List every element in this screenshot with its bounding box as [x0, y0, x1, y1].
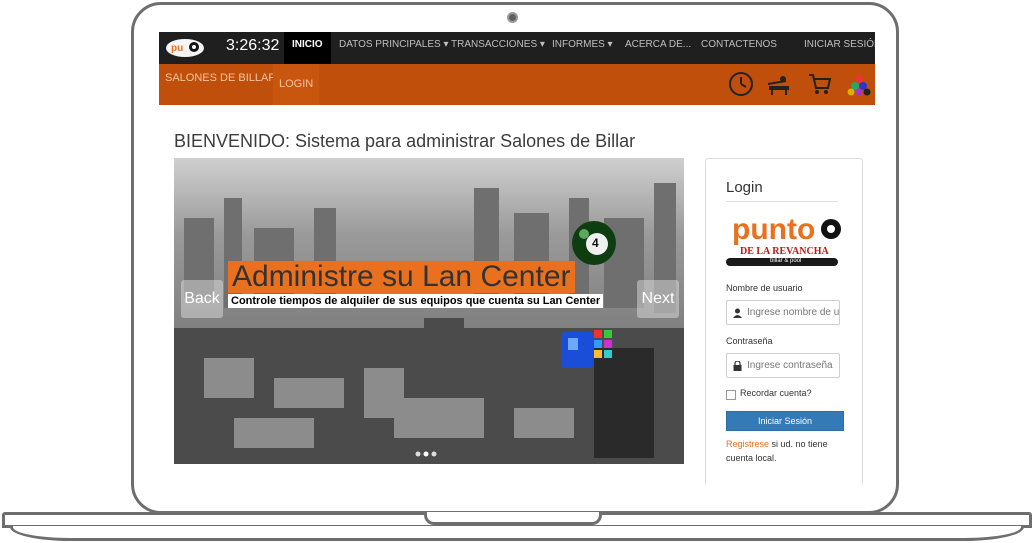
page-title: BIENVENIDO: Sistema para administrar Sal…	[174, 131, 636, 151]
password-input[interactable]: Ingrese contraseña	[726, 353, 840, 378]
clock-icon[interactable]	[727, 70, 755, 98]
username-placeholder: Ingrese nombre de u	[747, 307, 840, 318]
password-placeholder: Ingrese contraseña	[747, 360, 833, 371]
top-navbar: pu 3:26:32 INICIO DATOS PRINCIPALES ▾ TR…	[159, 32, 875, 64]
clock-display: 3:26:32	[226, 37, 280, 54]
logo-text: punto	[732, 213, 816, 246]
register-link[interactable]: Registrese	[726, 439, 769, 449]
cart-icon[interactable]	[806, 70, 834, 98]
logo-tagline: billar & pool	[770, 258, 802, 264]
browser-screen: pu 3:26:32 INICIO DATOS PRINCIPALES ▾ TR…	[159, 32, 875, 484]
nav-iniciar-sesion[interactable]: INICIAR SESIÓN	[804, 32, 875, 64]
city-background-image	[174, 158, 684, 464]
nav-datos-principales[interactable]: DATOS PRINCIPALES ▾	[339, 32, 449, 64]
image-carousel: 4 Administre su Lan Center Controle tiem…	[174, 158, 684, 464]
login-submit-button[interactable]: Iniciar Sesión	[726, 411, 844, 431]
nav-informes[interactable]: INFORMES ▾	[552, 32, 613, 64]
password-label: Contraseña	[726, 336, 773, 346]
nav-transacciones[interactable]: TRANSACCIONES ▾	[451, 32, 545, 64]
register-note: Registrese si ud. no tiene cuenta local.	[726, 437, 846, 465]
eight-ball-icon	[821, 219, 841, 239]
username-input[interactable]: Ingrese nombre de u	[726, 300, 840, 325]
nav-contactenos[interactable]: CONTACTENOS	[701, 32, 777, 64]
sub-navbar: SALONES DE BILLAR LOGIN	[159, 64, 875, 105]
laptop-base-bottom	[10, 526, 1024, 541]
username-label: Nombre de usuario	[726, 283, 803, 293]
subnav-salones[interactable]: SALONES DE BILLAR	[165, 72, 276, 84]
lock-icon	[733, 361, 742, 371]
remember-checkbox[interactable]	[726, 390, 736, 400]
svg-text:pu: pu	[171, 43, 183, 54]
billiard-balls-icon[interactable]	[845, 70, 873, 98]
camera-icon	[507, 12, 518, 23]
carousel-prev-button[interactable]: Back	[181, 280, 223, 318]
ball-number: 4	[592, 236, 599, 250]
logo-subtext: DE LA REVANCHA	[740, 246, 829, 257]
brand-logo-icon[interactable]: pu	[165, 37, 205, 59]
user-icon	[733, 308, 742, 318]
punto-logo: punto DE LA REVANCHA billar & pool	[726, 214, 842, 272]
carousel-subtitle: Controle tiempos de alquiler de sus equi…	[228, 294, 604, 308]
title-divider	[726, 201, 838, 202]
remember-label: Recordar cuenta?	[740, 388, 812, 398]
carousel-next-button[interactable]: Next	[637, 280, 679, 318]
login-panel: Login punto DE LA REVANCHA billar & pool…	[705, 158, 863, 484]
nav-inicio[interactable]: INICIO	[284, 32, 331, 64]
laptop-notch	[424, 512, 602, 525]
billiard-player-icon[interactable]	[766, 70, 794, 98]
subnav-login[interactable]: LOGIN	[273, 64, 320, 105]
nav-acerca-de[interactable]: ACERCA DE...	[625, 32, 691, 64]
login-title: Login	[726, 179, 763, 196]
carousel-title: Administre su Lan Center	[228, 261, 575, 293]
